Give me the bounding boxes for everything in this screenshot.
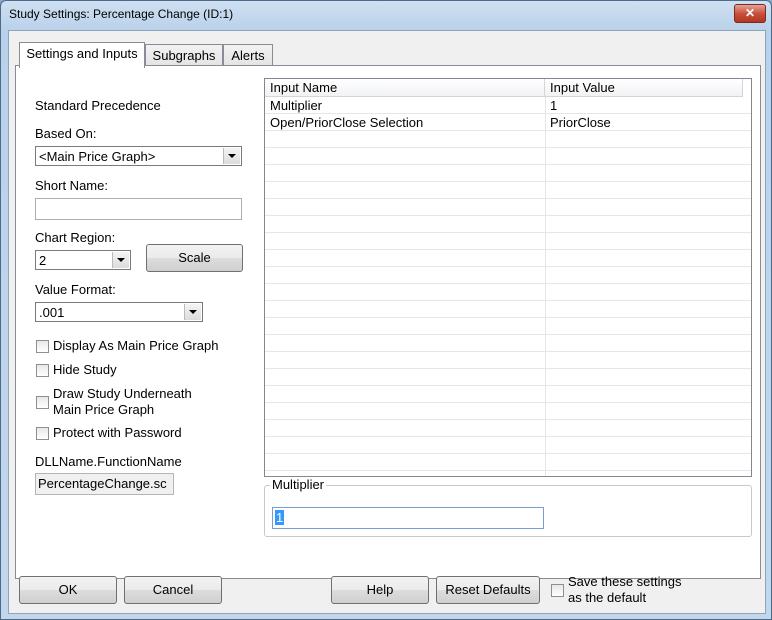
empty-table-row — [265, 386, 751, 403]
help-button[interactable]: Help — [331, 576, 429, 604]
multiplier-input-value: 1 — [275, 510, 285, 525]
empty-table-row — [265, 250, 751, 267]
display-as-main-price-graph-label: Display As Main Price Graph — [53, 338, 219, 353]
draw-underneath-label: Draw Study Underneath — [53, 386, 192, 401]
input-value-cell: PriorClose — [550, 115, 611, 130]
standard-precedence-label: Standard Precedence — [35, 98, 161, 113]
save-as-default-label: Save these settings — [568, 574, 682, 589]
empty-table-row — [265, 454, 751, 471]
empty-table-row — [265, 131, 751, 148]
empty-table-row — [265, 369, 751, 386]
empty-table-row — [265, 420, 751, 437]
table-row[interactable]: Multiplier 1 — [265, 97, 751, 114]
empty-table-row — [265, 403, 751, 420]
empty-table-row — [265, 165, 751, 182]
empty-table-row — [265, 233, 751, 250]
multiplier-group-label: Multiplier — [270, 477, 327, 492]
display-as-main-price-graph-checkbox[interactable] — [36, 340, 49, 353]
short-name-label: Short Name: — [35, 178, 108, 193]
column-header-input-value[interactable]: Input Value — [545, 79, 743, 97]
tab-label: Alerts — [231, 48, 265, 63]
protect-with-password-checkbox[interactable] — [36, 427, 49, 440]
based-on-value: <Main Price Graph> — [39, 149, 156, 164]
empty-table-row — [265, 284, 751, 301]
input-value-cell: 1 — [550, 98, 558, 113]
input-name-cell: Open/PriorClose Selection — [270, 115, 424, 130]
dll-name-field: PercentageChange.sc — [35, 473, 174, 495]
value-format-value: .001 — [39, 305, 65, 320]
empty-table-row — [265, 267, 751, 284]
help-button-label: Help — [366, 582, 394, 597]
based-on-label: Based On: — [35, 126, 97, 141]
chevron-down-icon[interactable] — [184, 304, 201, 320]
value-format-label: Value Format: — [35, 282, 116, 297]
scale-button[interactable]: Scale — [146, 244, 243, 272]
table-row[interactable]: Open/PriorClose Selection PriorClose — [265, 114, 751, 131]
save-as-default-label-line2: as the default — [568, 590, 647, 605]
column-header-label: Input Name — [270, 80, 338, 95]
tab-label: Settings and Inputs — [26, 46, 138, 61]
chart-region-value: 2 — [39, 253, 47, 268]
empty-table-row — [265, 216, 751, 233]
column-header-input-name[interactable]: Input Name — [265, 79, 545, 97]
dialog-window: Study Settings: Percentage Change (ID:1)… — [0, 0, 772, 620]
short-name-input[interactable] — [35, 198, 242, 220]
reset-defaults-button-label: Reset Defaults — [445, 582, 531, 597]
column-header-label: Input Value — [550, 80, 615, 95]
tab-subgraphs[interactable]: Subgraphs — [145, 44, 223, 67]
scale-button-label: Scale — [178, 250, 211, 265]
based-on-select[interactable]: <Main Price Graph> — [35, 146, 242, 166]
window-title: Study Settings: Percentage Change (ID:1) — [9, 7, 234, 21]
empty-table-row — [265, 148, 751, 165]
tab-label: Subgraphs — [152, 48, 216, 63]
draw-underneath-checkbox[interactable] — [36, 396, 49, 409]
chart-region-label: Chart Region: — [35, 230, 116, 245]
tab-settings-and-inputs[interactable]: Settings and Inputs — [19, 42, 145, 68]
inputs-table: Input Name Input Value Multiplier 1 Open… — [264, 78, 752, 477]
close-button[interactable]: ✕ — [734, 4, 766, 23]
protect-with-password-label: Protect with Password — [53, 425, 182, 440]
empty-table-row — [265, 318, 751, 335]
multiplier-input[interactable]: 1 — [272, 507, 544, 529]
hide-study-checkbox[interactable] — [36, 364, 49, 377]
chevron-down-icon[interactable] — [112, 252, 129, 268]
ok-button-label: OK — [58, 582, 78, 597]
close-icon: ✕ — [744, 6, 756, 20]
hide-study-label: Hide Study — [53, 362, 117, 377]
empty-table-row — [265, 437, 751, 454]
ok-button[interactable]: OK — [19, 576, 117, 604]
chevron-down-icon[interactable] — [223, 148, 240, 164]
empty-table-row — [265, 182, 751, 199]
cancel-button-label: Cancel — [152, 582, 194, 597]
empty-table-row — [265, 335, 751, 352]
settings-panel: Standard Precedence Based On: <Main Pric… — [15, 65, 761, 579]
empty-table-row — [265, 301, 751, 318]
dialog-client: Settings and Inputs Subgraphs Alerts Sta… — [8, 30, 766, 614]
cancel-button[interactable]: Cancel — [124, 576, 222, 604]
input-name-cell: Multiplier — [270, 98, 323, 113]
reset-defaults-button[interactable]: Reset Defaults — [436, 576, 540, 604]
empty-table-row — [265, 352, 751, 369]
dll-name-label: DLLName.FunctionName — [35, 454, 182, 469]
title-bar[interactable]: Study Settings: Percentage Change (ID:1)… — [1, 1, 771, 29]
empty-table-row — [265, 199, 751, 216]
save-as-default-checkbox[interactable] — [551, 584, 564, 597]
tab-alerts[interactable]: Alerts — [223, 44, 273, 67]
dll-name-value: PercentageChange.sc — [38, 476, 167, 491]
chart-region-select[interactable]: 2 — [35, 250, 131, 270]
draw-underneath-label-line2: Main Price Graph — [53, 402, 155, 417]
value-format-select[interactable]: .001 — [35, 302, 203, 322]
